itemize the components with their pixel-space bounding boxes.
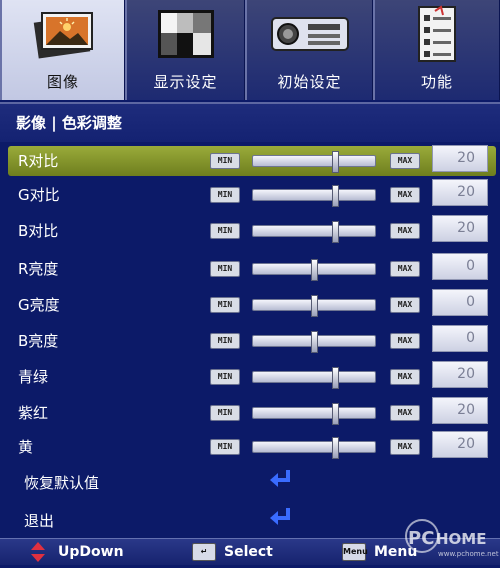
slider-thumb[interactable] <box>332 185 339 207</box>
value-box: 20 <box>432 179 488 206</box>
slider-max-label: MAX <box>390 223 420 239</box>
row-g-brightness[interactable]: G亮度 MIN MAX 0 <box>0 288 500 318</box>
row-b-brightness[interactable]: B亮度 MIN MAX 0 <box>0 324 500 354</box>
projector-icon <box>268 6 352 62</box>
row-g-contrast[interactable]: G对比 MIN MAX 20 <box>0 178 500 208</box>
row-yellow[interactable]: 黄 MIN MAX 20 <box>0 430 500 460</box>
slider-min-label: MIN <box>210 261 240 277</box>
slider-min-label: MIN <box>210 223 240 239</box>
tab-label: 功能 <box>420 73 453 91</box>
slider-thumb[interactable] <box>332 437 339 459</box>
pchome-watermark-logo: PC HOME www.pchome.net <box>400 514 500 564</box>
row-label: G对比 <box>18 186 60 204</box>
value-box: 20 <box>432 215 488 242</box>
reset-defaults-item[interactable]: 恢复默认值 <box>0 466 500 496</box>
slider-track[interactable] <box>252 367 376 389</box>
value-box: 20 <box>432 361 488 388</box>
row-r-contrast[interactable]: R对比 MIN MAX 20 <box>0 144 500 176</box>
row-label: R亮度 <box>18 260 59 278</box>
slider-thumb[interactable] <box>332 151 339 173</box>
slider-min-label: MIN <box>210 405 240 421</box>
slider-thumb[interactable] <box>311 259 318 281</box>
slider-max-label: MAX <box>390 297 420 313</box>
value-box: 20 <box>432 397 488 424</box>
value-box: 20 <box>432 145 488 172</box>
slider-track[interactable] <box>252 403 376 425</box>
tab-display-settings[interactable]: 显示设定 <box>125 0 245 100</box>
updown-arrows-icon <box>30 541 46 563</box>
row-label: B对比 <box>18 222 59 240</box>
slider-thumb[interactable] <box>311 331 318 353</box>
value-box: 0 <box>432 325 488 352</box>
tab-functions[interactable]: 功能 <box>373 0 500 100</box>
row-label: 紫红 <box>18 404 49 422</box>
slider-thumb[interactable] <box>332 367 339 389</box>
enter-arrow-icon[interactable] <box>268 468 294 494</box>
hint-label: UpDown <box>58 544 124 560</box>
slider-max-label: MAX <box>390 405 420 421</box>
display-pattern-icon <box>156 6 216 62</box>
value-box: 0 <box>432 253 488 280</box>
tab-label: 初始设定 <box>277 73 342 91</box>
tab-label: 图像 <box>46 73 79 91</box>
slider-max-label: MAX <box>390 333 420 349</box>
row-label: 青绿 <box>18 368 49 386</box>
row-cyan[interactable]: 青绿 MIN MAX 20 <box>0 360 500 390</box>
slider-thumb[interactable] <box>311 295 318 317</box>
slider-track[interactable] <box>252 221 376 243</box>
tab-image[interactable]: 图像 <box>0 0 125 100</box>
slider-max-label: MAX <box>390 369 420 385</box>
slider-min-label: MIN <box>210 187 240 203</box>
row-b-contrast[interactable]: B对比 MIN MAX 20 <box>0 214 500 244</box>
menu-key-icon: Menu <box>342 543 368 561</box>
slider-max-label: MAX <box>390 187 420 203</box>
svg-text:PC: PC <box>408 528 434 549</box>
row-r-brightness[interactable]: R亮度 MIN MAX 0 <box>0 252 500 282</box>
slider-track[interactable] <box>252 185 376 207</box>
value-box: 0 <box>432 289 488 316</box>
hint-select: ↵ Select <box>192 539 273 565</box>
row-label: R对比 <box>18 152 59 170</box>
picture-icon <box>30 6 96 62</box>
slider-track[interactable] <box>252 151 376 173</box>
row-label: 退出 <box>24 512 55 530</box>
slider-min-label: MIN <box>210 153 240 169</box>
checklist-icon <box>415 5 459 62</box>
slider-track[interactable] <box>252 259 376 281</box>
slider-track[interactable] <box>252 295 376 317</box>
top-tab-bar: 图像 显示设定 初始设定 功能 <box>0 0 500 100</box>
row-magenta[interactable]: 紫红 MIN MAX 20 <box>0 396 500 426</box>
row-label: B亮度 <box>18 332 59 350</box>
value-box: 20 <box>432 431 488 458</box>
enter-key-icon: ↵ <box>192 543 216 561</box>
row-label: 恢复默认值 <box>24 474 100 492</box>
slider-max-label: MAX <box>390 153 420 169</box>
slider-thumb[interactable] <box>332 221 339 243</box>
slider-max-label: MAX <box>390 261 420 277</box>
slider-min-label: MIN <box>210 297 240 313</box>
slider-track[interactable] <box>252 331 376 353</box>
enter-arrow-icon[interactable] <box>268 506 294 532</box>
tab-label: 显示设定 <box>153 73 218 91</box>
hint-label: Select <box>224 544 273 560</box>
slider-max-label: MAX <box>390 439 420 455</box>
section-title: 影像 | 色彩调整 <box>0 102 500 142</box>
slider-min-label: MIN <box>210 333 240 349</box>
row-label: G亮度 <box>18 296 60 314</box>
row-label: 黄 <box>18 438 34 456</box>
slider-min-label: MIN <box>210 439 240 455</box>
slider-track[interactable] <box>252 437 376 459</box>
svg-text:www.pchome.net: www.pchome.net <box>438 550 499 558</box>
svg-text:HOME: HOME <box>436 530 486 548</box>
hint-updown: UpDown <box>30 539 124 565</box>
slider-min-label: MIN <box>210 369 240 385</box>
slider-thumb[interactable] <box>332 403 339 425</box>
tab-initial-settings[interactable]: 初始设定 <box>245 0 373 100</box>
